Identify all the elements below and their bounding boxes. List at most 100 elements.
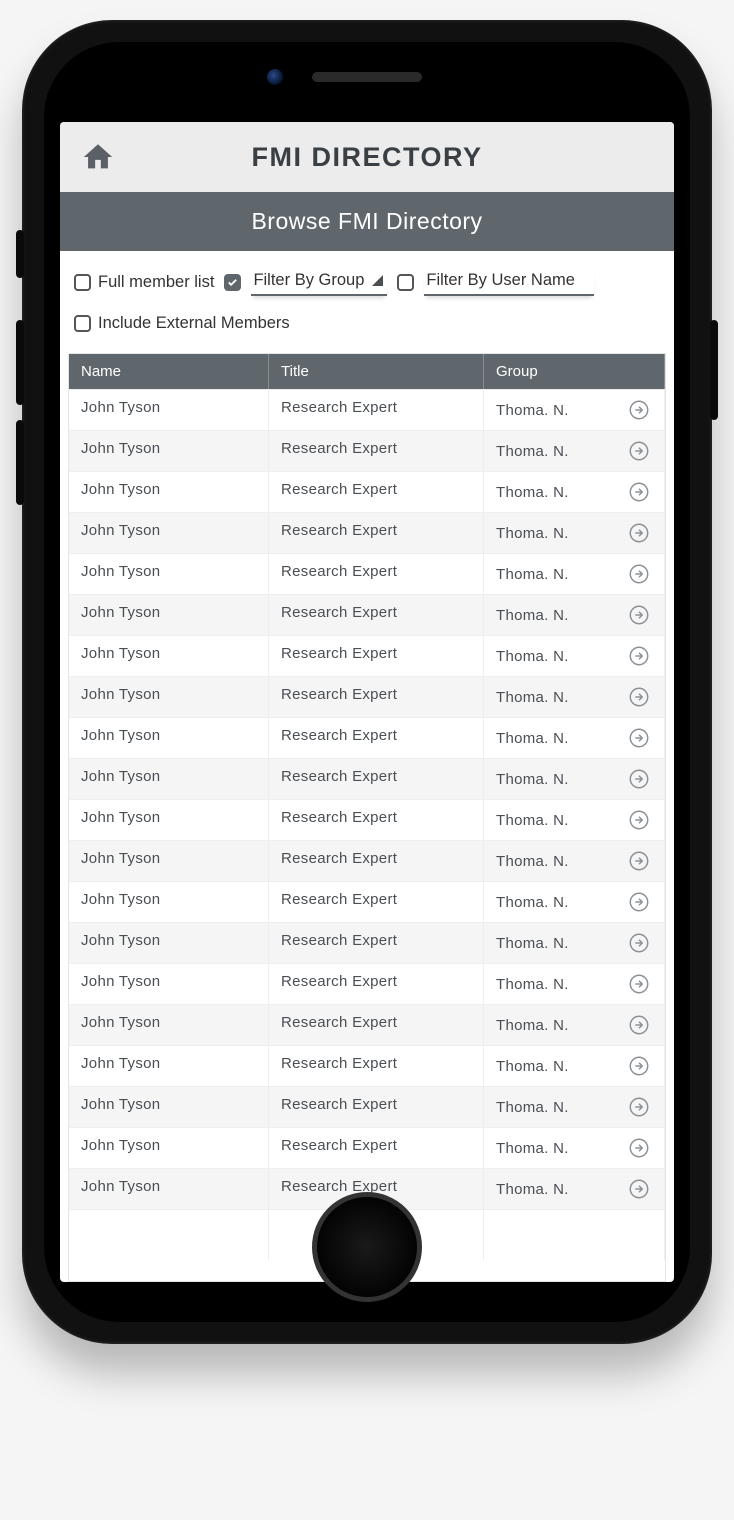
phone-side-button [710,320,718,420]
row-arrow-icon[interactable] [628,850,650,872]
cell-name: John Tyson [69,677,269,717]
cell-name: John Tyson [69,1046,269,1086]
table-row[interactable]: John TysonResearch Expert Thoma. N. [69,389,665,430]
cell-group-text: Thoma. N. [496,607,569,624]
row-arrow-icon[interactable] [628,522,650,544]
table-row[interactable]: John TysonResearch ExpertThoma. N. [69,553,665,594]
home-icon[interactable] [80,140,116,174]
filter-by-group-checkbox[interactable] [224,274,241,291]
cell-name: John Tyson [69,718,269,758]
full-member-list-checkbox[interactable]: Full member list [74,273,214,292]
column-header-group[interactable]: Group [484,354,665,389]
row-arrow-icon[interactable] [628,727,650,749]
cell-group-text: Thoma. N. [496,812,569,829]
cell-group: Thoma. N. [484,882,665,922]
row-arrow-icon[interactable] [628,1014,650,1036]
table-row[interactable]: John TysonResearch ExpertThoma. N. [69,881,665,922]
column-header-title[interactable]: Title [269,354,484,389]
cell-group: Thoma. N. [484,1087,665,1127]
table-row[interactable]: John TysonResearch ExpertThoma. N. [69,512,665,553]
cell-group: Thoma. N. [484,841,665,881]
filter-by-group-dropdown[interactable]: Filter By Group [251,269,387,296]
table-row[interactable]: John TysonResearch ExpertThoma. N. [69,635,665,676]
table-row[interactable]: John TysonResearch ExpertThoma. N. [69,430,665,471]
table-row[interactable]: John TysonResearch ExpertThoma. N. [69,758,665,799]
cell-group-text: Thoma. N. [496,1181,569,1198]
table-row[interactable]: John TysonResearch ExpertThoma. N. [69,1045,665,1086]
table-header: Name Title Group [69,354,665,389]
cell-name: John Tyson [69,1169,269,1209]
cell-title: Research Expert [269,800,484,840]
row-arrow-icon[interactable] [628,932,650,954]
row-arrow-icon[interactable] [628,399,650,421]
cell-group: Thoma. N. [484,636,665,676]
table-row[interactable]: John TysonResearch Expert Thoma. N. [69,676,665,717]
cell-title: Research Expert [269,1005,484,1045]
cell-group-text: Thoma. N. [496,648,569,665]
cell-group: Thoma. N. [484,759,665,799]
phone-side-button [16,420,24,505]
table-row[interactable]: John TysonResearch ExpertThoma. N. [69,1004,665,1045]
table-row[interactable]: John TysonResearch ExpertThoma. N. [69,922,665,963]
row-arrow-icon[interactable] [628,809,650,831]
cell-group: Thoma. N. [484,964,665,1004]
cell-title: Research Expert [269,964,484,1004]
cell-title: Research Expert [269,1087,484,1127]
row-arrow-icon[interactable] [628,686,650,708]
app-screen: FMI DIRECTORY Browse FMI Directory Full … [60,122,674,1282]
include-external-label: Include External Members [98,314,290,333]
filter-by-username-input[interactable]: Filter By User Name [424,269,594,296]
cell-group-text: Thoma. N. [496,935,569,952]
row-arrow-icon[interactable] [628,1178,650,1200]
cell-group-text: Thoma. N. [496,689,569,706]
row-arrow-icon[interactable] [628,1137,650,1159]
table-row[interactable]: John TysonResearch ExpertThoma. N. [69,1127,665,1168]
table-body: John TysonResearch ExpertThoma. N.John T… [69,389,665,1281]
cell-group-text: Thoma. N. [496,402,569,419]
row-arrow-icon[interactable] [628,440,650,462]
table-row[interactable]: John TysonResearch ExpertThoma. N. [69,963,665,1004]
cell-title: Research Expert [269,554,484,594]
cell-name: John Tyson [69,759,269,799]
cell-title: Research Expert [269,759,484,799]
cell-name: John Tyson [69,390,269,430]
table-row[interactable]: John TysonResearch ExpertThoma. N. [69,799,665,840]
table-row[interactable]: John TysonResearch ExpertThoma. N. [69,717,665,758]
cell-group-text: Thoma. N. [496,1058,569,1075]
subheader-bar: Browse FMI Directory [60,192,674,251]
row-arrow-icon[interactable] [628,481,650,503]
table-row[interactable]: John TysonResearch ExpertThoma. N. [69,840,665,881]
filter-by-username-checkbox[interactable] [397,274,414,291]
cell-group-text: Thoma. N. [496,853,569,870]
row-arrow-icon[interactable] [628,645,650,667]
cell-group: Thoma. N. [484,513,665,553]
cell-name: John Tyson [69,513,269,553]
include-external-checkbox[interactable]: Include External Members [74,314,290,333]
row-arrow-icon[interactable] [628,1055,650,1077]
table-row[interactable]: John TysonResearch ExpertThoma. N. [69,594,665,635]
cell-title: Research Expert [269,677,484,717]
column-header-name[interactable]: Name [69,354,269,389]
cell-title: Research Expert [269,390,484,430]
row-arrow-icon[interactable] [628,563,650,585]
row-arrow-icon[interactable] [628,973,650,995]
cell-name: John Tyson [69,1005,269,1045]
cell-group: Thoma. N. [484,554,665,594]
phone-home-button[interactable] [312,1192,422,1302]
row-arrow-icon[interactable] [628,604,650,626]
row-arrow-icon[interactable] [628,1096,650,1118]
table-row[interactable]: John TysonResearch ExpertThoma. N. [69,1086,665,1127]
cell-name: John Tyson [69,472,269,512]
phone-side-button [16,230,24,278]
row-arrow-icon[interactable] [628,891,650,913]
cell-group-text: Thoma. N. [496,484,569,501]
cell-group: Thoma. N. [484,1005,665,1045]
table-row[interactable]: John TysonResearch ExpertThoma. N. [69,471,665,512]
dropdown-triangle-icon [372,275,383,286]
cell-name: John Tyson [69,595,269,635]
cell-name: John Tyson [69,431,269,471]
phone-camera [267,69,283,85]
cell-name: John Tyson [69,964,269,1004]
cell-title: Research Expert [269,513,484,553]
row-arrow-icon[interactable] [628,768,650,790]
